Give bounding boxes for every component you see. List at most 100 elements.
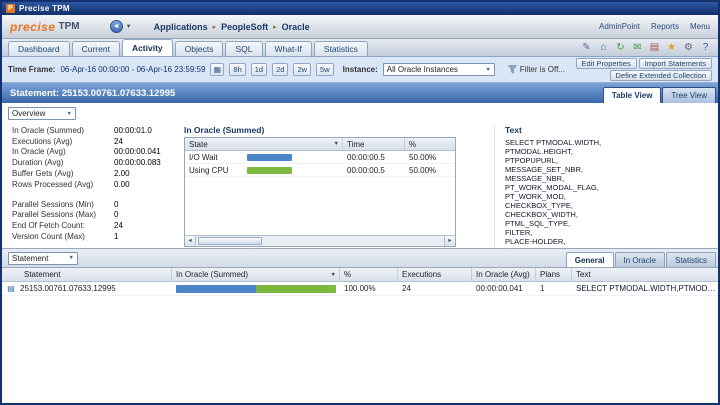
- tab-statistics[interactable]: Statistics: [313, 41, 368, 56]
- tab-whatif[interactable]: What-If: [264, 41, 312, 56]
- overview-area: Overview ▼ In Oracle (Summed) 00:00:01.0 …: [2, 103, 718, 255]
- product-name: TPM: [58, 21, 80, 32]
- timeframe-value[interactable]: 06-Apr-16 00:00:00 - 06-Apr-16 23:59:59: [60, 65, 205, 74]
- edit-icon[interactable]: ✎: [580, 42, 593, 54]
- home-icon[interactable]: ⌂: [597, 42, 610, 54]
- timeframe-bar: Time Frame: 06-Apr-16 00:00:00 - 06-Apr-…: [2, 57, 718, 83]
- metric-label: End Of Fetch Count:: [12, 221, 85, 231]
- statements-section: Statement ▼ General In Oracle Statistics…: [2, 248, 718, 403]
- filter-funnel-icon: [507, 65, 517, 74]
- tab-statistics-bottom[interactable]: Statistics: [665, 252, 716, 267]
- precise-logo: precise: [10, 19, 56, 34]
- bar-segment-io-wait: [176, 284, 256, 293]
- state-row-using-cpu[interactable]: Using CPU 00:00:00.5 50.00%: [185, 164, 455, 177]
- overview-metrics: In Oracle (Summed) 00:00:01.0 Executions …: [8, 125, 184, 255]
- calendar-icon[interactable]: ▦: [210, 63, 225, 76]
- statement-id: 25153.00761.07633.12995: [20, 284, 116, 293]
- table-view-tab[interactable]: Table View: [602, 87, 662, 103]
- preset-1d[interactable]: 1d: [250, 63, 268, 76]
- metric-value: 24: [114, 221, 123, 231]
- help-icon[interactable]: ?: [699, 42, 712, 54]
- metric-row: Rows Processed (Avg) 0.00: [12, 179, 184, 190]
- menu-link[interactable]: Menu: [690, 22, 710, 31]
- breadcrumb-peoplesoft[interactable]: PeopleSoft: [221, 22, 268, 32]
- tab-in-oracle[interactable]: In Oracle: [614, 252, 665, 267]
- in-oracle-panel-title: In Oracle (Summed): [184, 125, 265, 135]
- import-statements-button[interactable]: Import Statements: [638, 58, 712, 69]
- io-wait-bar: [247, 153, 292, 161]
- filter-status-label: Filter is Off...: [519, 65, 565, 74]
- metric-label: Rows Processed (Avg): [12, 179, 94, 189]
- column-header-time[interactable]: Time: [343, 138, 405, 150]
- metric-row: Parallel Sessions (Max) 0: [12, 210, 184, 221]
- column-header-state[interactable]: State ▼: [185, 138, 343, 150]
- column-header-plans[interactable]: Plans: [536, 268, 572, 281]
- timeframe-label: Time Frame:: [8, 65, 56, 74]
- edit-properties-button[interactable]: Edit Properties: [575, 58, 637, 69]
- column-header-in-oracle-avg[interactable]: In Oracle (Avg): [472, 268, 536, 281]
- sql-text: SELECT PTMODAL.WIDTH, PTMODAL.HEIGHT, PT…: [505, 138, 602, 255]
- toolbar-icons: ✎ ⌂ ↻ ✉ ▤ ★ ⚙ ?: [580, 42, 712, 56]
- refresh-icon[interactable]: ↻: [614, 42, 627, 54]
- tab-dashboard[interactable]: Dashboard: [8, 41, 70, 56]
- tab-objects[interactable]: Objects: [174, 41, 224, 56]
- settings-icon[interactable]: ⚙: [682, 42, 695, 54]
- tree-view-tab[interactable]: Tree View: [662, 87, 716, 103]
- statement-table-row[interactable]: ▤ 25153.00761.07633.12995 100.00% 24 00:…: [2, 282, 718, 296]
- statement-in-oracle-avg: 00:00:00.041: [476, 284, 523, 293]
- statements-toolbar: Statement ▼ General In Oracle Statistics: [2, 249, 718, 268]
- metric-label: Parallel Sessions (Max): [12, 210, 97, 220]
- overview-select[interactable]: Overview ▼: [8, 107, 76, 120]
- metric-label: Version Count (Max): [12, 232, 85, 242]
- metric-value: 00:00:00.083: [114, 158, 161, 168]
- tab-activity[interactable]: Activity: [121, 39, 173, 56]
- metric-row: Buffer Gets (Avg) 2.00: [12, 168, 184, 179]
- instance-select-value: All Oracle Instances: [386, 65, 458, 74]
- back-button[interactable]: ◄: [109, 20, 123, 33]
- adminpoint-link[interactable]: AdminPoint: [599, 22, 640, 31]
- statements-tabs: General In Oracle Statistics: [565, 252, 716, 267]
- metric-label: In Oracle (Summed): [12, 125, 85, 135]
- column-header-in-oracle-summed[interactable]: In Oracle (Summed) ▼: [172, 268, 340, 281]
- breadcrumb-applications[interactable]: Applications: [154, 22, 208, 32]
- window-title: Precise TPM: [19, 4, 70, 13]
- filter-control[interactable]: Filter is Off...: [507, 65, 565, 74]
- state-time: 00:00:00.5: [347, 152, 385, 162]
- column-header-statement[interactable]: Statement: [2, 268, 172, 281]
- association-select[interactable]: Statement ▼: [8, 251, 78, 265]
- breadcrumb-oracle[interactable]: Oracle: [282, 22, 310, 32]
- preset-8h[interactable]: 8h: [229, 63, 246, 76]
- scroll-right-icon[interactable]: ►: [444, 236, 455, 246]
- column-header-percent[interactable]: %: [405, 140, 455, 149]
- statement-percent: 100.00%: [344, 284, 376, 293]
- state-name: I/O Wait: [189, 152, 218, 162]
- preset-5w[interactable]: 5w: [316, 63, 334, 76]
- column-header-text[interactable]: Text: [572, 268, 718, 281]
- column-header-executions[interactable]: Executions: [398, 268, 472, 281]
- overview-select-value: Overview: [12, 109, 46, 118]
- preset-2w[interactable]: 2w: [293, 63, 312, 76]
- define-extended-collection-button[interactable]: Define Extended Collection: [609, 70, 712, 81]
- tab-sql[interactable]: SQL: [225, 41, 263, 56]
- metric-label: Duration (Avg): [12, 158, 64, 168]
- column-header-percent[interactable]: %: [340, 268, 398, 281]
- history-dropdown-icon[interactable]: ▼: [126, 24, 132, 30]
- main-tab-bar: Dashboard Current Activity Objects SQL W…: [2, 39, 718, 57]
- scrollbar-thumb[interactable]: [198, 237, 262, 245]
- instance-select[interactable]: All Oracle Instances ▼: [382, 63, 495, 76]
- state-time: 00:00:00.5: [347, 165, 385, 175]
- sort-desc-icon: ▼: [330, 271, 336, 278]
- mail-icon[interactable]: ✉: [631, 42, 644, 54]
- metric-row: Version Count (Max) 1: [12, 231, 184, 242]
- tab-current[interactable]: Current: [71, 41, 120, 56]
- tab-general[interactable]: General: [565, 252, 614, 267]
- state-row-io-wait[interactable]: I/O Wait 00:00:00.5 50.00%: [185, 151, 455, 164]
- favorite-icon[interactable]: ★: [665, 42, 678, 54]
- preset-2d[interactable]: 2d: [272, 63, 289, 76]
- horizontal-scrollbar: ◄ ►: [185, 235, 455, 246]
- reports-link[interactable]: Reports: [651, 22, 679, 31]
- report-icon[interactable]: ▤: [648, 42, 661, 54]
- metric-value: 00:00:00.041: [114, 147, 161, 157]
- instance-label: Instance:: [342, 65, 378, 74]
- scroll-left-icon[interactable]: ◄: [185, 236, 196, 246]
